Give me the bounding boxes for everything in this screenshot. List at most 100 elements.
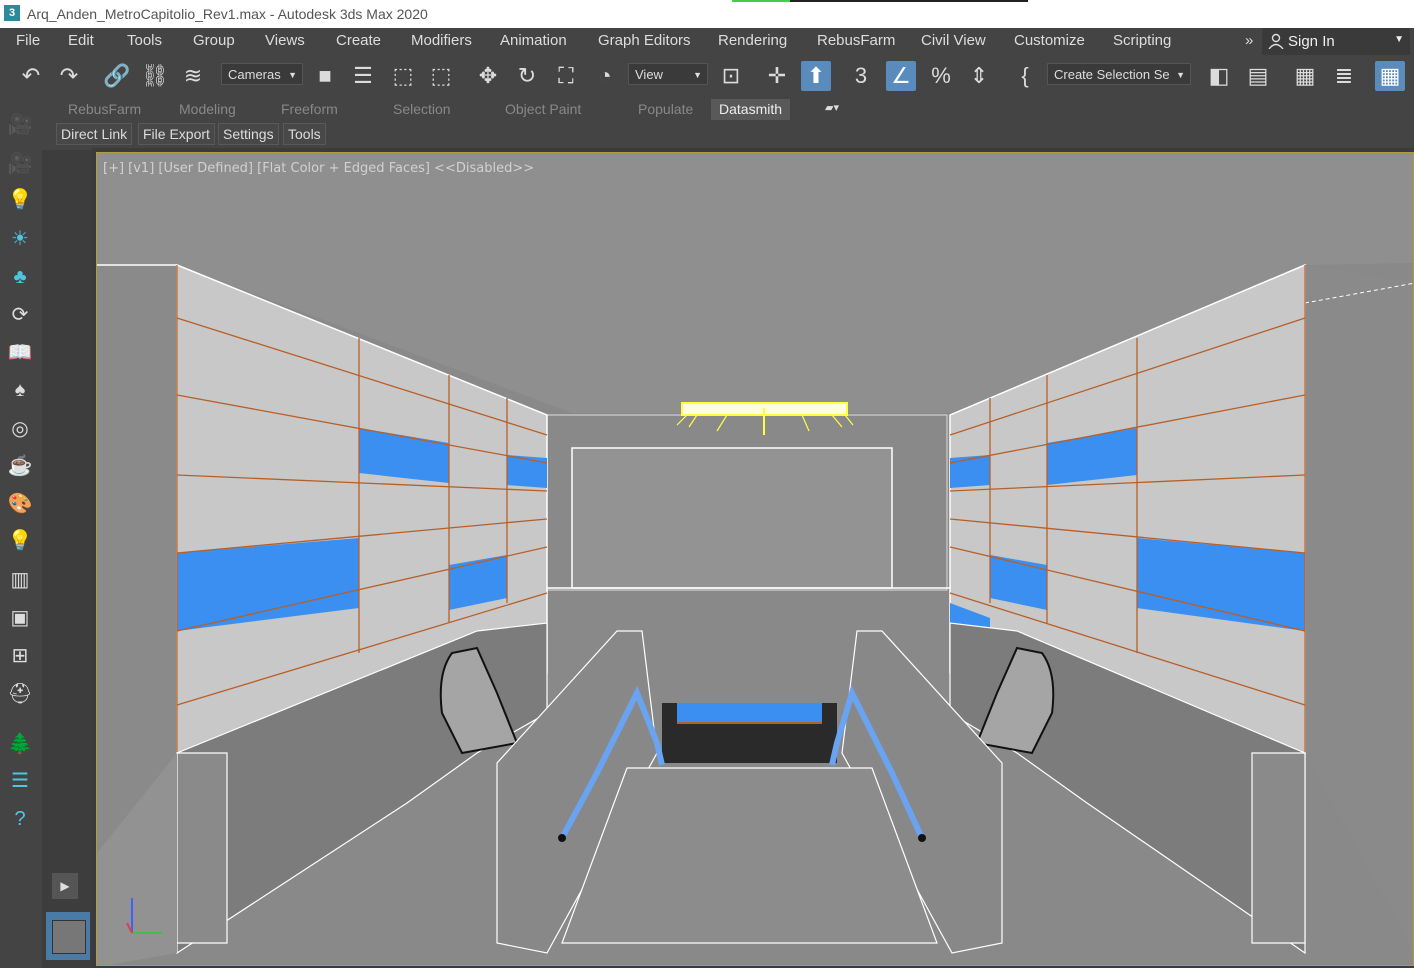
bulb-icon[interactable]: 💡 [4, 525, 36, 557]
ribbon-tabs: RebusFarm Modeling Freeform Selection Ob… [0, 97, 1414, 121]
hat-icon[interactable]: ⛑ [4, 678, 36, 710]
light-icon[interactable]: 💡 [4, 184, 36, 216]
window-crossing-icon[interactable]: ⬚ [426, 61, 456, 91]
donut-icon[interactable]: ◎ [4, 413, 36, 445]
chevron-down-icon: ▼ [288, 70, 297, 80]
place-icon[interactable]: ◔ [590, 61, 620, 91]
side-panel [42, 150, 92, 968]
menu-rendering[interactable]: Rendering [718, 32, 787, 49]
tab-rebusfarm[interactable]: RebusFarm [68, 101, 141, 117]
help-icon[interactable]: ? [4, 803, 36, 835]
layer-explorer-icon[interactable]: ▦ [1290, 61, 1320, 91]
tab-object-paint[interactable]: Object Paint [505, 101, 581, 117]
tree-icon[interactable]: ♣ [4, 261, 36, 293]
rotate-icon[interactable]: ↻ [512, 61, 542, 91]
menu-bar: File Edit Tools Group Views Create Modif… [0, 28, 1414, 55]
viewport-layout-button[interactable] [46, 912, 90, 960]
tab-modeling[interactable]: Modeling [179, 101, 236, 117]
menu-views[interactable]: Views [265, 32, 305, 49]
crosshair-icon[interactable]: ✛ [762, 61, 792, 91]
tab-datasmith[interactable]: Datasmith [711, 99, 791, 120]
main-toolbar: ↶ ↷ 🔗 ⛓ ≋ Cameras ▼ ■ ☰ ⬚ ⬚ ✥ ↻ ⛶ ◔ View ▼… [0, 55, 1414, 97]
move-icon[interactable]: ✥ [473, 61, 503, 91]
menu-create[interactable]: Create [336, 32, 381, 49]
sign-in-label: Sign In [1288, 33, 1335, 50]
user-icon [1268, 33, 1284, 49]
menu-civil-view[interactable]: Civil View [921, 32, 986, 49]
named-selection-value: Create Selection Se [1054, 67, 1170, 82]
camera-icon[interactable]: 🎥 [4, 148, 36, 180]
select-by-name-icon[interactable]: ☰ [348, 61, 378, 91]
menu-rebusfarm[interactable]: RebusFarm [817, 32, 895, 49]
file-export-button[interactable]: File Export [138, 123, 215, 145]
align-icon[interactable]: ▤ [1243, 61, 1273, 91]
palette-icon[interactable]: 🎨 [4, 488, 36, 520]
rotate-view-icon[interactable]: ⟳ [4, 299, 36, 331]
ribbon-options-icon[interactable]: ▰▾ [825, 101, 839, 114]
percent-snap-icon[interactable]: % [926, 61, 956, 91]
window-title: Arq_Anden_MetroCapitolio_Rev1.max - Auto… [27, 6, 428, 22]
chevron-down-icon: ▼ [1176, 70, 1185, 80]
panel-icon[interactable]: ▥ [4, 564, 36, 596]
named-selection-dropdown[interactable]: Create Selection Se ▼ [1047, 63, 1191, 85]
menu-scripting[interactable]: Scripting [1113, 32, 1171, 49]
rect-region-icon[interactable]: ⬚ [388, 61, 418, 91]
menu-overflow[interactable]: » [1245, 32, 1253, 49]
sign-in-dropdown[interactable]: Sign In ▼ [1262, 28, 1410, 55]
menu-file[interactable]: File [16, 32, 40, 49]
bind-space-warp-icon[interactable]: ≋ [178, 61, 208, 91]
back-wall [571, 447, 893, 589]
reference-coord-value: View [635, 67, 663, 82]
tab-selection[interactable]: Selection [393, 101, 451, 117]
menu-customize[interactable]: Customize [1014, 32, 1085, 49]
tools-button[interactable]: Tools [283, 123, 326, 145]
toggle-ribbon-icon[interactable]: ≣ [1329, 61, 1359, 91]
menu-graph-editors[interactable]: Graph Editors [598, 32, 691, 49]
menu-animation[interactable]: Animation [500, 32, 567, 49]
play-icon[interactable]: ▶ [52, 873, 78, 899]
list-icon[interactable]: ☰ [4, 765, 36, 797]
mirror-icon[interactable]: ◧ [1204, 61, 1234, 91]
selection-filter-value: Cameras [228, 67, 281, 82]
left-toolbar: 🎥 🎥 💡 ☀ ♣ ⟳ 📖 ♠ ◎ ☕ 🎨 💡 ▥ ▣ ⊞ ⛑ 🌲 ☰ ? [0, 97, 42, 968]
panel-icon[interactable]: ▣ [4, 602, 36, 634]
datasmith-panel: Direct Link File Export Settings Tools [0, 121, 1414, 146]
menu-group[interactable]: Group [193, 32, 235, 49]
book-icon[interactable]: 📖 [4, 337, 36, 369]
menu-edit[interactable]: Edit [68, 32, 94, 49]
selection-filter-dropdown[interactable]: Cameras ▼ [221, 63, 303, 85]
tree-icon[interactable]: 🌲 [4, 728, 36, 760]
sun-icon[interactable]: ☀ [4, 223, 36, 255]
settings-button[interactable]: Settings [218, 123, 279, 145]
teapot-icon[interactable]: ☕ [4, 450, 36, 482]
link-icon[interactable]: 🔗 [102, 61, 132, 91]
left-outer-wall [97, 265, 177, 853]
reference-coord-dropdown[interactable]: View ▼ [628, 63, 708, 85]
menu-modifiers[interactable]: Modifiers [411, 32, 472, 49]
center-floor [561, 767, 938, 944]
tab-freeform[interactable]: Freeform [281, 101, 338, 117]
camera-icon[interactable]: 🎥 [4, 109, 36, 141]
undo-icon[interactable]: ↶ [16, 61, 46, 91]
chevron-down-icon: ▼ [1394, 34, 1404, 45]
edit-named-sel-icon[interactable]: { [1010, 61, 1040, 91]
tree-icon[interactable]: ♠ [4, 374, 36, 406]
tab-populate[interactable]: Populate [638, 101, 693, 117]
select-manipulate-icon[interactable]: ⬆ [801, 61, 831, 91]
angle-snap-icon[interactable]: ∠ [886, 61, 916, 91]
use-pivot-icon[interactable]: ⊡ [716, 61, 746, 91]
spinner-snap-icon[interactable]: ⇕ [964, 61, 994, 91]
snap-3d-icon[interactable]: 3 [846, 61, 876, 91]
scene-explorer-icon[interactable]: ▦ [1375, 61, 1405, 91]
scale-icon[interactable]: ⛶ [551, 61, 581, 91]
unlink-icon[interactable]: ⛓ [140, 61, 170, 91]
title-accent [732, 0, 1028, 2]
viewport-label[interactable]: [+] [v1] [User Defined] [Flat Color + Ed… [103, 161, 534, 176]
direct-link-button[interactable]: Direct Link [56, 123, 133, 145]
grid-icon[interactable]: ⊞ [4, 640, 36, 672]
menu-tools[interactable]: Tools [127, 32, 162, 49]
viewport[interactable]: [+] [v1] [User Defined] [Flat Color + Ed… [96, 152, 1414, 966]
redo-icon[interactable]: ↷ [54, 61, 84, 91]
select-object-icon[interactable]: ■ [310, 61, 340, 91]
title-bar: 3 Arq_Anden_MetroCapitolio_Rev1.max - Au… [0, 0, 1414, 28]
